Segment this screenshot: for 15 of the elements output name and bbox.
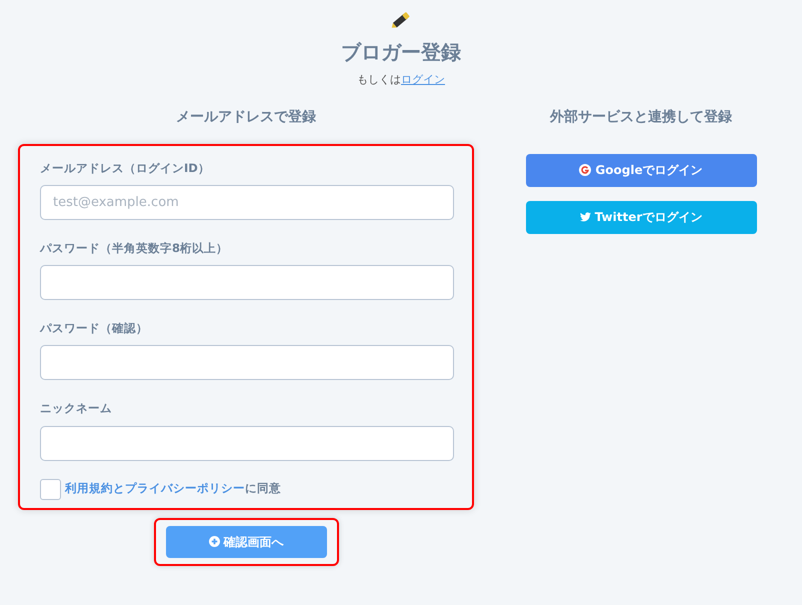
- field-label: ニックネーム: [40, 400, 113, 418]
- page-title: ブロガー登録: [341, 40, 461, 64]
- field-label: パスワード（半角英数字8桁以上）: [40, 240, 230, 257]
- section-heading: 外部サービスと連携して登録: [550, 108, 732, 126]
- login-link[interactable]: ログイン: [401, 73, 445, 86]
- login-button[interactable]: Googleでログイン: [526, 154, 756, 186]
- section-heading: メールアドレスで登録: [176, 108, 316, 126]
- confirm-button[interactable]: 確認画面へ: [166, 526, 326, 558]
- field-label: メールアドレス（ログインID）: [40, 160, 211, 176]
- terms-link[interactable]: 利用規約とプライバシーポリシー: [65, 481, 245, 496]
- login-prompt: もしくは ログイン: [357, 72, 445, 88]
- input-field[interactable]: test@example.com: [40, 184, 454, 220]
- agree-label: 利用規約とプライバシーポリシーに同意: [65, 480, 281, 498]
- login-button[interactable]: Twitterでログイン: [526, 200, 756, 234]
- field-label: パスワード（確認）: [40, 320, 149, 337]
